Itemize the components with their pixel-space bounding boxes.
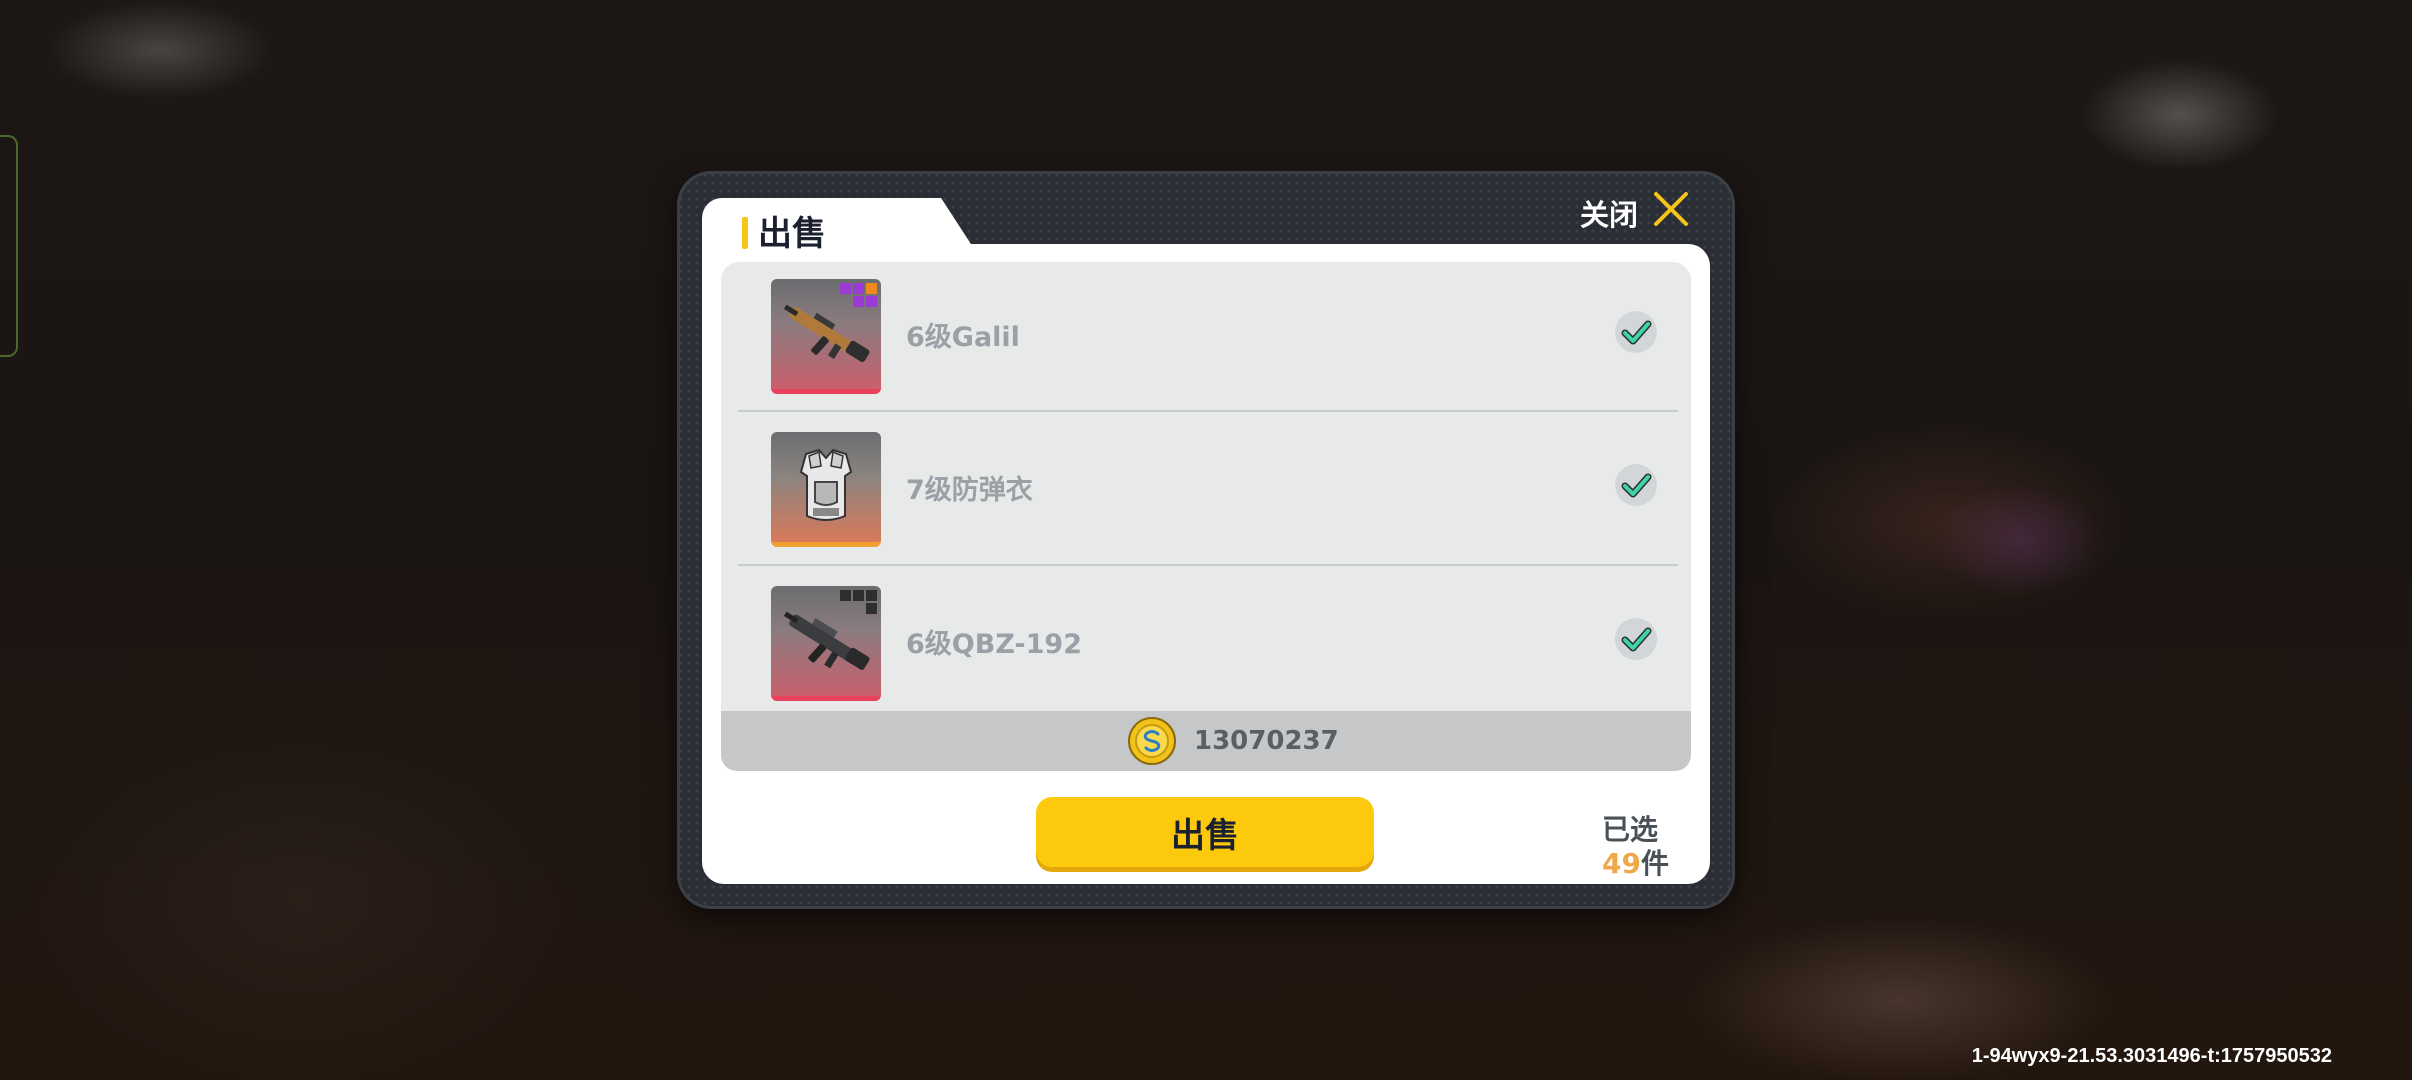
dialog-title: 出售 [758,214,826,254]
check-icon [1621,320,1652,345]
list-item[interactable]: 6级Galil [738,263,1678,415]
selected-count: 49 [1602,847,1641,880]
close-label[interactable]: 关闭 [1580,192,1638,234]
divider [738,564,1678,566]
debug-watermark: 1-94wyx9-21.53.3031496-t:1757950532 [1971,1045,2332,1067]
close-icon[interactable] [1652,190,1690,228]
total-value: 13070237 [1194,726,1339,756]
divider [738,410,1678,412]
body-armor-icon [771,432,881,547]
list-item[interactable]: 7级防弹衣 [738,416,1678,568]
item-checkbox[interactable] [1615,311,1657,353]
item-name: 7级防弹衣 [906,475,1033,506]
selected-count-row: 49件 [1602,842,1669,882]
check-icon [1621,627,1652,652]
sell-button[interactable]: 出售 [1036,797,1374,867]
selected-unit: 件 [1640,847,1669,880]
item-checkbox[interactable] [1615,464,1657,506]
rifle-galil-icon [771,279,881,394]
check-icon [1621,473,1652,498]
item-checkbox[interactable] [1615,618,1657,660]
list-item[interactable]: 6级QBZ-192 [738,570,1678,722]
coin-icon [1128,717,1176,765]
rifle-qbz-icon [771,586,881,701]
item-name: 6级QBZ-192 [906,629,1082,660]
side-panel-tab[interactable] [0,135,18,357]
title-accent-bar [742,217,748,249]
item-name: 6级Galil [906,322,1020,353]
